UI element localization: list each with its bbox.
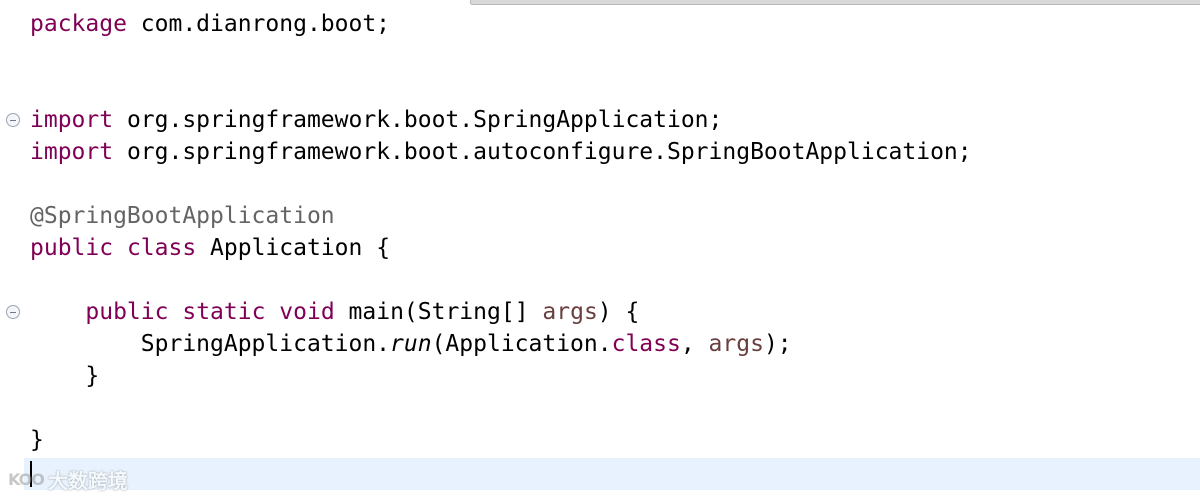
watermark-logo: KOO: [8, 469, 45, 489]
code-token: public: [30, 235, 114, 261]
fold-collapse-icon[interactable]: [6, 113, 20, 127]
code-token: Application {: [196, 235, 391, 261]
code-line[interactable]: [30, 72, 1200, 104]
code-token: public: [85, 299, 169, 325]
code-line[interactable]: import org.springframework.boot.SpringAp…: [30, 104, 1200, 136]
code-token: com.dianrong.boot;: [126, 11, 391, 37]
watermark: KOO 大数跨境: [8, 464, 128, 494]
code-token: (Application.: [431, 331, 612, 357]
code-token: main(String[]: [334, 299, 543, 325]
code-token: import: [30, 139, 114, 165]
code-line[interactable]: [30, 40, 1200, 72]
code-token: static: [182, 299, 266, 325]
code-line[interactable]: public static void main(String[] args) {: [30, 296, 1200, 328]
code-token: args: [542, 299, 598, 325]
active-tab-edge[interactable]: [0, 0, 471, 4]
code-line[interactable]: [30, 456, 1200, 488]
editor-gutter: [0, 6, 24, 500]
code-token: void: [279, 299, 335, 325]
code-line[interactable]: @SpringBootApplication: [30, 200, 1200, 232]
code-area[interactable]: package com.dianrong.boot; import org.spr…: [30, 8, 1200, 488]
code-line[interactable]: package com.dianrong.boot;: [30, 8, 1200, 40]
code-line[interactable]: }: [30, 360, 1200, 392]
code-token: class: [611, 331, 681, 357]
code-token: ) {: [597, 299, 640, 325]
code-line[interactable]: [30, 168, 1200, 200]
code-line[interactable]: import org.springframework.boot.autoconf…: [30, 136, 1200, 168]
code-token: run: [390, 331, 432, 357]
code-line[interactable]: [30, 264, 1200, 296]
code-token: @SpringBootApplication: [30, 203, 335, 229]
code-line[interactable]: public class Application {: [30, 232, 1200, 264]
fold-collapse-icon[interactable]: [6, 305, 20, 319]
code-token: org.springframework.boot.autoconfigure.S…: [113, 139, 972, 165]
code-editor[interactable]: package com.dianrong.boot; import org.spr…: [0, 0, 1200, 500]
code-token: args: [708, 331, 764, 357]
code-token: ,: [680, 331, 709, 357]
code-token: SpringApplication.: [30, 331, 391, 357]
code-token: org.springframework.boot.SpringApplicati…: [113, 107, 723, 133]
code-token: import: [30, 107, 114, 133]
code-token: package: [30, 11, 127, 37]
code-line[interactable]: [30, 392, 1200, 424]
editor-tab-strip: [0, 0, 1200, 6]
code-token: class: [126, 235, 197, 261]
code-token: }: [30, 427, 44, 453]
inactive-tab-area[interactable]: [471, 0, 1200, 5]
code-token: }: [30, 363, 100, 389]
code-token: );: [763, 331, 792, 357]
watermark-text: 大数跨境: [47, 468, 128, 493]
code-line[interactable]: SpringApplication.run(Application.class,…: [30, 328, 1200, 360]
code-line[interactable]: }: [30, 424, 1200, 456]
